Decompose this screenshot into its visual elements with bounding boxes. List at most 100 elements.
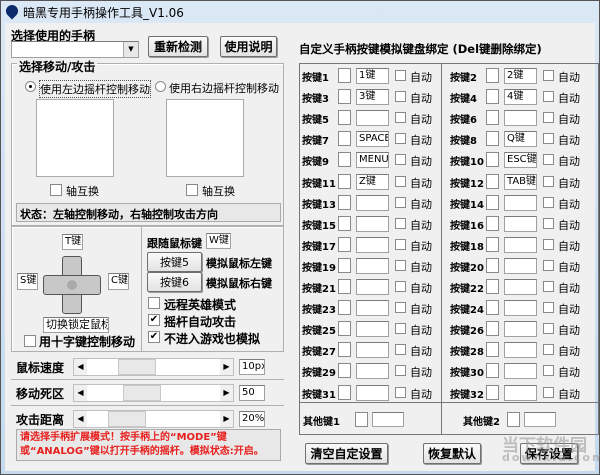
key-checkbox[interactable] xyxy=(338,194,351,210)
auto-checkbox[interactable] xyxy=(543,133,554,145)
auto-checkbox[interactable] xyxy=(543,238,554,250)
auto-checkbox[interactable] xyxy=(395,112,406,124)
other-key2-input[interactable] xyxy=(524,412,556,427)
arrow-left-icon[interactable]: ◀ xyxy=(74,385,87,401)
auto-checkbox[interactable] xyxy=(395,91,406,103)
auto-checkbox[interactable] xyxy=(395,386,406,398)
key-binding-input[interactable] xyxy=(504,257,537,274)
follow-mouse-key[interactable]: W键 xyxy=(206,233,231,249)
key-checkbox[interactable] xyxy=(486,89,499,105)
key-binding-input[interactable] xyxy=(504,215,537,232)
help-button[interactable]: 使用说明 xyxy=(220,36,277,57)
key5-button[interactable]: 按键5 xyxy=(147,252,202,272)
arrow-left-icon[interactable]: ◀ xyxy=(74,359,87,375)
auto-checkbox[interactable] xyxy=(543,196,554,208)
key-binding-input[interactable]: TAB键 xyxy=(504,173,537,190)
key-binding-input[interactable] xyxy=(504,110,537,127)
key-checkbox[interactable] xyxy=(486,194,499,210)
other-key2-checkbox[interactable] xyxy=(507,412,520,427)
key-checkbox[interactable] xyxy=(486,300,499,316)
radio-left-label[interactable]: 使用左边摇杆控制移动 xyxy=(39,80,151,98)
auto-checkbox[interactable] xyxy=(395,302,406,314)
key-binding-input[interactable] xyxy=(504,321,537,338)
key-checkbox[interactable] xyxy=(486,173,499,189)
key-checkbox[interactable] xyxy=(338,300,351,316)
auto-checkbox[interactable] xyxy=(395,281,406,292)
key-checkbox[interactable] xyxy=(338,384,351,400)
dpad-right-key[interactable]: C键 xyxy=(108,273,129,290)
option-checkbox[interactable]: ✔ xyxy=(148,314,160,326)
controller-select[interactable]: ▼ xyxy=(11,41,139,58)
key-checkbox[interactable] xyxy=(486,363,499,379)
key-checkbox[interactable] xyxy=(486,131,499,147)
other-key1-input[interactable] xyxy=(372,412,404,427)
key-binding-input[interactable]: MENU键 xyxy=(356,152,389,169)
left-axis-swap-checkbox[interactable] xyxy=(50,184,62,196)
slider[interactable]: ◀ ▶ xyxy=(73,384,234,402)
auto-checkbox[interactable] xyxy=(543,281,554,292)
auto-checkbox[interactable] xyxy=(395,238,406,250)
key-binding-input[interactable] xyxy=(504,194,537,211)
slider-value[interactable]: 50 xyxy=(239,385,265,401)
radio-right-label[interactable]: 使用右边摇杆控制移动 xyxy=(169,80,279,96)
key-binding-input[interactable] xyxy=(356,384,389,401)
key-checkbox[interactable] xyxy=(486,321,499,337)
key-checkbox[interactable] xyxy=(486,152,499,168)
key-binding-input[interactable] xyxy=(356,342,389,359)
key-binding-input[interactable] xyxy=(356,279,389,295)
key-checkbox[interactable] xyxy=(486,257,499,273)
auto-checkbox[interactable] xyxy=(543,175,554,187)
key-checkbox[interactable] xyxy=(486,110,499,126)
slider-thumb[interactable] xyxy=(108,411,146,427)
key-checkbox[interactable] xyxy=(338,321,351,337)
chevron-down-icon[interactable]: ▼ xyxy=(123,42,138,57)
auto-checkbox[interactable] xyxy=(543,154,554,166)
option-checkbox[interactable]: ✔ xyxy=(148,331,160,343)
key-checkbox[interactable] xyxy=(338,279,351,294)
key-binding-input[interactable] xyxy=(504,279,537,295)
key-binding-input[interactable] xyxy=(504,363,537,380)
key-binding-input[interactable] xyxy=(504,236,537,253)
auto-checkbox[interactable] xyxy=(395,344,406,356)
key-checkbox[interactable] xyxy=(486,68,499,83)
key-checkbox[interactable] xyxy=(338,68,351,83)
key-binding-input[interactable] xyxy=(504,384,537,401)
auto-checkbox[interactable] xyxy=(543,70,554,81)
radio-right-stick[interactable] xyxy=(155,81,166,92)
key-checkbox[interactable] xyxy=(338,131,351,147)
key-checkbox[interactable] xyxy=(338,173,351,189)
key-binding-input[interactable]: ESC键 xyxy=(504,152,537,169)
key-checkbox[interactable] xyxy=(486,342,499,358)
slider-value[interactable]: 10px xyxy=(239,359,265,375)
key-checkbox[interactable] xyxy=(486,279,499,294)
restore-default-button[interactable]: 恢复默认 xyxy=(423,443,481,464)
radio-left-stick[interactable] xyxy=(25,81,36,92)
toggle-lock-mouse[interactable]: 切换锁定鼠标 xyxy=(43,317,109,333)
auto-checkbox[interactable] xyxy=(543,323,554,335)
arrow-right-icon[interactable]: ▶ xyxy=(220,385,233,401)
auto-checkbox[interactable] xyxy=(395,259,406,271)
other-key1-checkbox[interactable] xyxy=(355,412,368,427)
key-binding-input[interactable] xyxy=(356,110,389,127)
key-checkbox[interactable] xyxy=(338,257,351,273)
key-checkbox[interactable] xyxy=(338,215,351,231)
key-binding-input[interactable]: 1键 xyxy=(356,68,389,84)
slider-thumb[interactable] xyxy=(123,385,161,401)
key-binding-input[interactable]: 4键 xyxy=(504,89,537,106)
arrow-right-icon[interactable]: ▶ xyxy=(220,411,233,427)
auto-checkbox[interactable] xyxy=(395,175,406,187)
key-binding-input[interactable]: 3键 xyxy=(356,89,389,106)
arrow-right-icon[interactable]: ▶ xyxy=(220,359,233,375)
key-checkbox[interactable] xyxy=(338,89,351,105)
auto-checkbox[interactable] xyxy=(395,70,406,81)
slider[interactable]: ◀ ▶ xyxy=(73,358,234,376)
slider-value[interactable]: 20% xyxy=(239,411,265,427)
auto-checkbox[interactable] xyxy=(543,344,554,356)
auto-checkbox[interactable] xyxy=(543,302,554,314)
key-checkbox[interactable] xyxy=(486,384,499,400)
auto-checkbox[interactable] xyxy=(395,323,406,335)
auto-checkbox[interactable] xyxy=(543,386,554,398)
key-binding-input[interactable] xyxy=(356,194,389,211)
auto-checkbox[interactable] xyxy=(395,365,406,377)
key-binding-input[interactable] xyxy=(356,363,389,380)
